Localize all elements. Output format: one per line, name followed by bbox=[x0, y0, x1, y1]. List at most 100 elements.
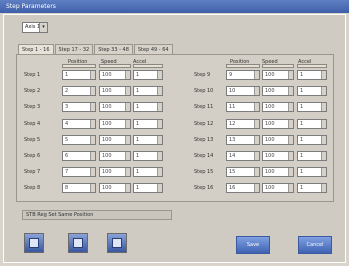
accel-field[interactable]: 1 bbox=[133, 135, 163, 145]
spin-icon[interactable] bbox=[288, 87, 293, 95]
position-field[interactable]: 3 bbox=[62, 102, 96, 112]
position-field[interactable]: 16 bbox=[226, 183, 260, 193]
spin-icon[interactable] bbox=[157, 184, 162, 192]
position-field[interactable]: 4 bbox=[62, 119, 96, 129]
spin-icon[interactable] bbox=[288, 184, 293, 192]
spin-icon[interactable] bbox=[125, 120, 130, 128]
spin-icon[interactable] bbox=[90, 152, 95, 160]
speed-field[interactable]: 100 bbox=[99, 70, 131, 80]
spin-icon[interactable] bbox=[254, 184, 259, 192]
spin-icon[interactable] bbox=[125, 168, 130, 176]
spin-icon[interactable] bbox=[125, 136, 130, 144]
spin-icon[interactable] bbox=[288, 120, 293, 128]
speed-field[interactable]: 100 bbox=[262, 119, 294, 129]
tab-step-17-32[interactable]: Step 17 - 32 bbox=[54, 44, 94, 54]
spin-icon[interactable] bbox=[125, 103, 130, 111]
position-field[interactable]: 12 bbox=[226, 119, 260, 129]
position-field[interactable]: 6 bbox=[62, 151, 96, 161]
spin-icon[interactable] bbox=[157, 120, 162, 128]
position-field[interactable]: 7 bbox=[62, 167, 96, 177]
accel-field[interactable]: 1 bbox=[297, 183, 327, 193]
accel-field[interactable]: 1 bbox=[133, 86, 163, 96]
spin-icon[interactable] bbox=[288, 152, 293, 160]
accel-field[interactable]: 1 bbox=[297, 119, 327, 129]
spin-icon[interactable] bbox=[321, 103, 326, 111]
folder-icon[interactable] bbox=[68, 233, 88, 253]
spin-icon[interactable] bbox=[321, 136, 326, 144]
spin-icon[interactable] bbox=[157, 103, 162, 111]
edit-icon[interactable] bbox=[107, 233, 127, 253]
accel-field[interactable]: 1 bbox=[133, 70, 163, 80]
position-field[interactable]: 9 bbox=[226, 70, 260, 80]
speed-field[interactable]: 100 bbox=[99, 86, 131, 96]
spin-icon[interactable] bbox=[254, 136, 259, 144]
position-field[interactable]: 2 bbox=[62, 86, 96, 96]
spin-icon[interactable] bbox=[254, 152, 259, 160]
accel-field[interactable]: 1 bbox=[133, 183, 163, 193]
accel-field[interactable]: 1 bbox=[297, 167, 327, 177]
accel-field[interactable]: 1 bbox=[297, 151, 327, 161]
speed-field[interactable]: 100 bbox=[99, 167, 131, 177]
spin-icon[interactable] bbox=[254, 168, 259, 176]
spin-icon[interactable] bbox=[157, 71, 162, 79]
accel-field[interactable]: 1 bbox=[297, 86, 327, 96]
axis-select[interactable]: Axis 1 ▾ bbox=[22, 22, 48, 33]
position-field[interactable]: 1 bbox=[62, 70, 96, 80]
spin-icon[interactable] bbox=[321, 87, 326, 95]
spin-icon[interactable] bbox=[157, 136, 162, 144]
speed-field[interactable]: 100 bbox=[99, 183, 131, 193]
position-field[interactable]: 11 bbox=[226, 102, 260, 112]
chevron-down-icon[interactable]: ▾ bbox=[39, 23, 47, 32]
spin-icon[interactable] bbox=[90, 71, 95, 79]
spin-icon[interactable] bbox=[288, 168, 293, 176]
speed-field[interactable]: 100 bbox=[262, 135, 294, 145]
spin-icon[interactable] bbox=[157, 87, 162, 95]
spin-icon[interactable] bbox=[90, 120, 95, 128]
speed-field[interactable]: 100 bbox=[99, 135, 131, 145]
spin-icon[interactable] bbox=[288, 71, 293, 79]
position-field[interactable]: 8 bbox=[62, 183, 96, 193]
spin-icon[interactable] bbox=[254, 87, 259, 95]
spin-icon[interactable] bbox=[125, 87, 130, 95]
speed-field[interactable]: 100 bbox=[99, 119, 131, 129]
spin-icon[interactable] bbox=[321, 120, 326, 128]
accel-field[interactable]: 1 bbox=[133, 119, 163, 129]
spin-icon[interactable] bbox=[254, 120, 259, 128]
spin-icon[interactable] bbox=[157, 168, 162, 176]
tab-step-49-64[interactable]: Step 49 - 64 bbox=[133, 44, 173, 54]
accel-field[interactable]: 1 bbox=[133, 167, 163, 177]
speed-field[interactable]: 100 bbox=[262, 167, 294, 177]
spin-icon[interactable] bbox=[125, 184, 130, 192]
accel-field[interactable]: 1 bbox=[297, 135, 327, 145]
accel-field[interactable]: 1 bbox=[133, 102, 163, 112]
spin-icon[interactable] bbox=[321, 71, 326, 79]
speed-field[interactable]: 100 bbox=[262, 151, 294, 161]
spin-icon[interactable] bbox=[125, 71, 130, 79]
cancel-button[interactable]: Cancel bbox=[298, 236, 332, 254]
spin-icon[interactable] bbox=[90, 136, 95, 144]
position-field[interactable]: 10 bbox=[226, 86, 260, 96]
spin-icon[interactable] bbox=[254, 71, 259, 79]
position-field[interactable]: 14 bbox=[226, 151, 260, 161]
spin-icon[interactable] bbox=[90, 87, 95, 95]
save-button[interactable]: Save bbox=[236, 236, 270, 254]
spin-icon[interactable] bbox=[157, 152, 162, 160]
accel-field[interactable]: 1 bbox=[133, 151, 163, 161]
spin-icon[interactable] bbox=[90, 184, 95, 192]
position-field[interactable]: 15 bbox=[226, 167, 260, 177]
spin-icon[interactable] bbox=[90, 103, 95, 111]
spin-icon[interactable] bbox=[254, 103, 259, 111]
spin-icon[interactable] bbox=[288, 103, 293, 111]
accel-field[interactable]: 1 bbox=[297, 102, 327, 112]
speed-field[interactable]: 100 bbox=[262, 70, 294, 80]
spin-icon[interactable] bbox=[90, 168, 95, 176]
tab-step-1-16[interactable]: Step 1 - 16 bbox=[18, 44, 54, 54]
position-field[interactable]: 13 bbox=[226, 135, 260, 145]
speed-field[interactable]: 100 bbox=[262, 102, 294, 112]
spin-icon[interactable] bbox=[288, 136, 293, 144]
spin-icon[interactable] bbox=[321, 168, 326, 176]
speed-field[interactable]: 100 bbox=[262, 183, 294, 193]
position-field[interactable]: 5 bbox=[62, 135, 96, 145]
accel-field[interactable]: 1 bbox=[297, 70, 327, 80]
speed-field[interactable]: 100 bbox=[99, 151, 131, 161]
